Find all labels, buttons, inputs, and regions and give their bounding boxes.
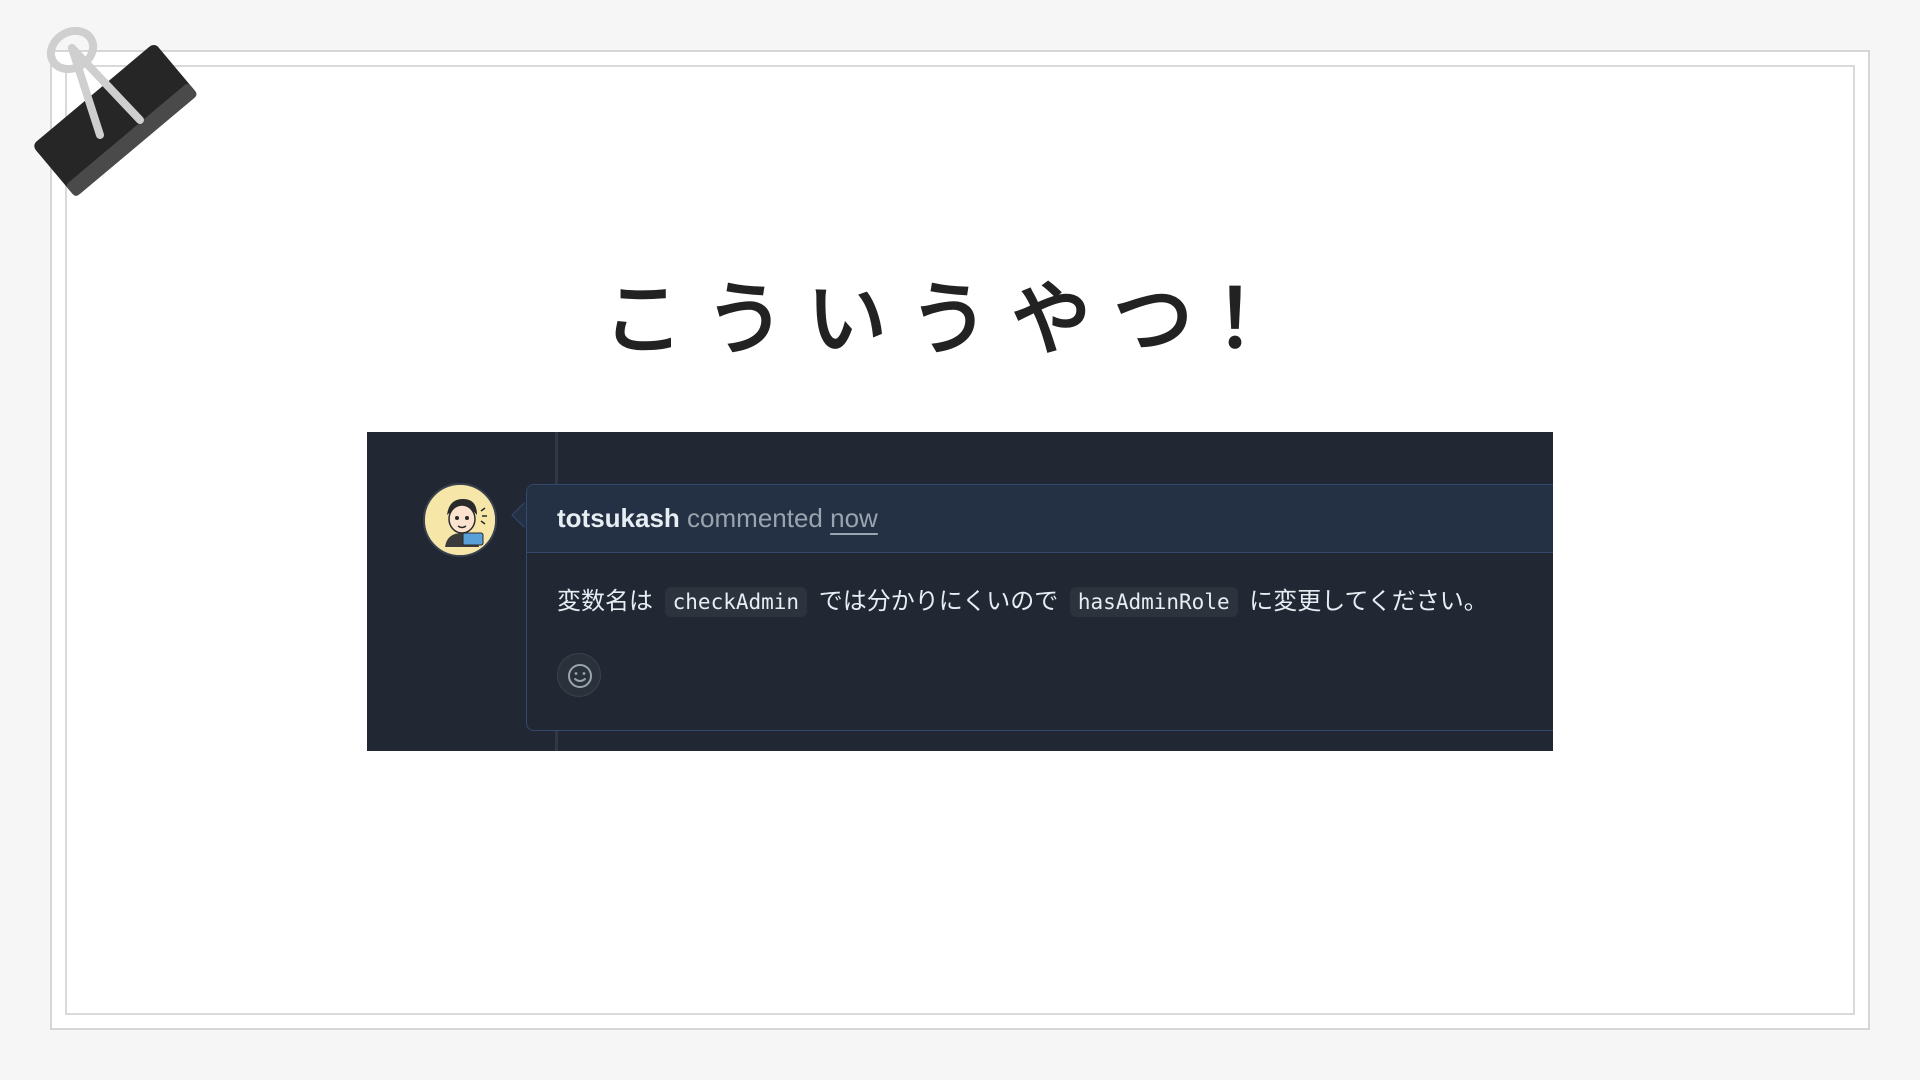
binder-clip-icon bbox=[34, 26, 197, 196]
comment-header-text: totsukash commented now bbox=[557, 503, 878, 533]
comment-body: 変数名は checkAdmin では分かりにくいので hasAdminRole … bbox=[557, 583, 1488, 620]
comment-panel: totsukash commented now 変数名は checkAdmin … bbox=[367, 432, 1553, 751]
comment-text-after: に変更してください。 bbox=[1249, 587, 1488, 615]
comment-action: commented bbox=[687, 503, 823, 533]
comment-author[interactable]: totsukash bbox=[557, 503, 680, 533]
inline-code-has-admin-role: hasAdminRole bbox=[1069, 587, 1238, 617]
smiley-icon bbox=[568, 664, 592, 688]
comment-time-link[interactable]: now bbox=[830, 503, 878, 533]
inline-code-check-admin: checkAdmin bbox=[664, 587, 808, 617]
comment-text-middle: では分かりにくいので bbox=[818, 587, 1059, 615]
avatar[interactable] bbox=[423, 483, 497, 557]
avatar-illustration bbox=[425, 485, 495, 555]
comment-card: totsukash commented now 変数名は checkAdmin … bbox=[526, 484, 1553, 731]
comment-text-before: 変数名は bbox=[557, 587, 653, 615]
add-reaction-button[interactable] bbox=[557, 653, 601, 697]
slide-title: こういうやつ！ bbox=[603, 273, 1317, 366]
comment-header: totsukash commented now bbox=[527, 485, 1553, 553]
